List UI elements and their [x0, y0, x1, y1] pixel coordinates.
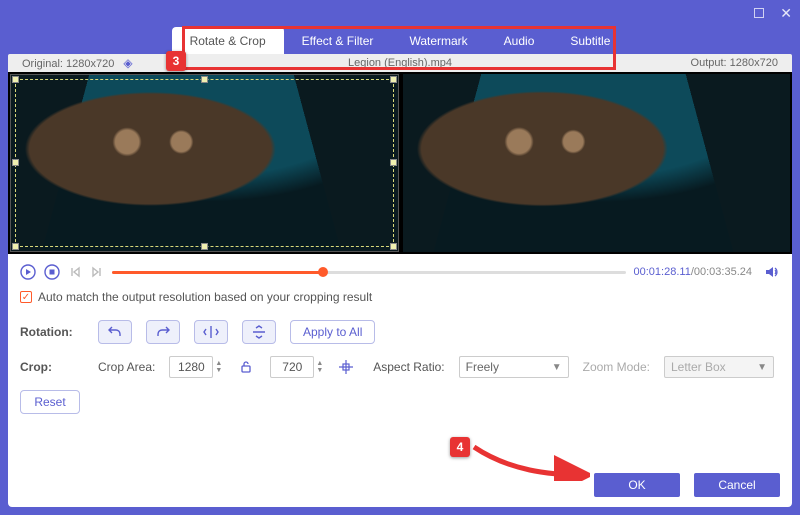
crop-handle-tr[interactable]	[390, 76, 397, 83]
crop-height-input[interactable]	[270, 356, 314, 378]
lock-aspect-icon[interactable]	[240, 360, 252, 374]
flip-horizontal-button[interactable]	[194, 320, 228, 344]
crop-width-up[interactable]: ▲	[215, 360, 222, 367]
crop-handle-ml[interactable]	[12, 159, 19, 166]
crop-handle-tm[interactable]	[201, 76, 208, 83]
tab-rotate-crop[interactable]: Rotate & Crop	[172, 27, 284, 54]
tab-effect-filter[interactable]: Effect & Filter	[284, 27, 392, 54]
prev-frame-icon[interactable]	[68, 265, 82, 279]
next-frame-icon[interactable]	[90, 265, 104, 279]
callout-step3-badge: 3	[166, 51, 186, 71]
cancel-button[interactable]: Cancel	[694, 473, 780, 497]
window-maximize-icon[interactable]	[754, 6, 764, 20]
original-cycle-icon[interactable]: ◈	[123, 56, 132, 70]
crop-width-input[interactable]	[169, 356, 213, 378]
volume-icon[interactable]	[764, 264, 780, 280]
time-current: 00:01:28.11	[634, 266, 691, 278]
crop-handle-tl[interactable]	[12, 76, 19, 83]
aspect-ratio-select[interactable]: Freely▼	[459, 356, 569, 378]
automatch-label: Auto match the output resolution based o…	[38, 290, 372, 304]
crop-handle-mr[interactable]	[390, 159, 397, 166]
aspect-ratio-value: Freely	[466, 360, 499, 374]
crop-height-down[interactable]: ▼	[316, 367, 323, 374]
crop-height-up[interactable]: ▲	[316, 360, 323, 367]
time-duration: 00:03:35.24	[694, 266, 752, 278]
zoom-mode-value: Letter Box	[671, 360, 726, 374]
window-close-icon[interactable]: ✕	[780, 6, 792, 20]
original-resolution-label: Original: 1280x720	[22, 58, 114, 70]
rotate-cw-button[interactable]	[146, 320, 180, 344]
automatch-checkbox[interactable]: ✓	[20, 291, 32, 303]
filename-label: Legion (English).mp4	[172, 57, 628, 69]
crop-handle-bl[interactable]	[12, 243, 19, 250]
tab-watermark[interactable]: Watermark	[391, 27, 485, 54]
crop-label: Crop:	[20, 360, 84, 374]
ok-button[interactable]: OK	[594, 473, 680, 497]
zoom-mode-label: Zoom Mode:	[583, 360, 650, 374]
callout-step4-arrow	[470, 441, 590, 481]
crop-width-down[interactable]: ▼	[215, 367, 222, 374]
seek-slider[interactable]	[112, 265, 626, 279]
play-icon[interactable]	[20, 264, 36, 280]
crop-area-label: Crop Area:	[98, 360, 155, 374]
rotate-ccw-button[interactable]	[98, 320, 132, 344]
time-display: 00:01:28.11/00:03:35.24	[634, 266, 752, 278]
aspect-ratio-label: Aspect Ratio:	[373, 360, 444, 374]
rotation-label: Rotation:	[20, 325, 84, 339]
crop-handle-br[interactable]	[390, 243, 397, 250]
source-preview[interactable]	[10, 74, 399, 252]
reset-button[interactable]: Reset	[20, 390, 80, 414]
tab-audio[interactable]: Audio	[486, 27, 553, 54]
apply-to-all-button[interactable]: Apply to All	[290, 320, 375, 344]
stop-icon[interactable]	[44, 264, 60, 280]
output-preview	[403, 74, 790, 252]
center-crop-icon[interactable]	[337, 358, 359, 376]
flip-vertical-button[interactable]	[242, 320, 276, 344]
zoom-mode-select: Letter Box▼	[664, 356, 774, 378]
editor-tabs: Rotate & Crop Effect & Filter Watermark …	[172, 26, 629, 54]
tab-subtitle[interactable]: Subtitle	[552, 27, 628, 54]
crop-handle-bm[interactable]	[201, 243, 208, 250]
file-info-row: Original: 1280x720 ◈ Legion (English).mp…	[8, 54, 792, 72]
callout-step4-badge: 4	[450, 437, 470, 457]
crop-selection[interactable]	[15, 79, 394, 247]
output-resolution-label: Output: 1280x720	[628, 57, 778, 69]
